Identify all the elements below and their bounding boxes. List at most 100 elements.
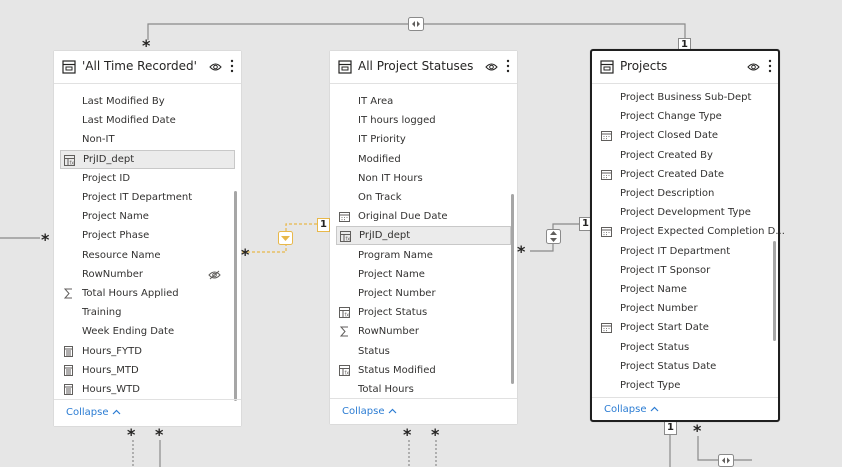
collapse-link[interactable]: Collapse [342,406,397,417]
collapse-link[interactable]: Collapse [66,407,121,418]
chevron-up-icon [388,408,397,414]
field-row[interactable]: Non IT Hours [336,169,511,188]
visibility-eye-icon[interactable] [485,62,498,72]
field-label: Project Type [620,380,681,391]
cardinality-many: * [403,425,412,444]
field-row[interactable]: Week Ending Date [60,322,235,341]
field-row[interactable]: Project Expected Completion D... [598,222,785,241]
field-label: Last Modified By [82,96,165,107]
cardinality-many: * [127,425,136,444]
field-row[interactable]: Project Created By [598,146,772,165]
more-options-icon[interactable] [767,59,773,73]
bidirectional-filter-icon[interactable] [546,229,561,244]
table-header[interactable]: 'All Time Recorded' [54,51,241,84]
field-row[interactable]: Project Name [336,265,511,284]
field-row[interactable]: Project Status [598,338,772,357]
field-row[interactable]: IT hours logged [336,111,511,130]
field-row[interactable]: Project Type [598,376,772,395]
field-row[interactable]: Training [60,303,235,322]
chevron-up-icon [650,406,659,412]
field-row[interactable]: Project Name [60,207,235,226]
field-row[interactable]: Hours_FYTD [60,342,235,361]
scrollbar[interactable] [773,241,776,341]
calendar-icon [601,131,612,142]
svg-text:fx: fx [70,160,75,166]
field-row[interactable]: Original Due Date [336,207,511,226]
field-row[interactable]: Project Description [598,184,772,203]
field-row[interactable]: RowNumber [336,322,511,341]
field-row[interactable]: Total Hours [336,380,511,399]
field-row[interactable]: Resource Name [60,246,235,265]
field-row[interactable]: Modified [336,150,511,169]
sigma-icon [339,326,348,337]
divider [54,399,241,400]
field-row[interactable]: fx Status Modified [336,361,511,380]
field-row[interactable]: Project Name [598,280,772,299]
field-row[interactable]: On Track [336,188,511,207]
field-label: Project Closed Date [620,130,719,142]
single-filter-direction-icon[interactable] [278,231,293,245]
svg-text:fx: fx [346,237,351,243]
bidirectional-filter-icon[interactable] [408,17,424,31]
table-card-all-time-recorded[interactable]: 'All Time Recorded' Last Modified By Last… [54,51,241,426]
table-card-all-project-statuses[interactable]: All Project Statuses IT Area IT hours log… [330,51,517,424]
table-card-projects[interactable]: Projects Project Business Sub-Dept Projec… [590,49,785,422]
field-row[interactable]: Project Number [598,299,772,318]
table-header[interactable]: All Project Statuses [330,51,517,84]
field-row[interactable]: Project Development Type [598,203,772,222]
cardinality-many: * [517,242,526,261]
hidden-eye-icon[interactable] [208,270,221,280]
field-label: Non-IT [82,134,115,146]
field-row[interactable]: Project ID [60,169,235,188]
field-row[interactable]: Project Closed Date [598,126,772,145]
field-row[interactable]: Non-IT [60,130,235,149]
field-row[interactable]: fx PrjID_dept [60,149,235,169]
field-row[interactable]: Project Start Date [598,318,772,337]
field-row[interactable]: Hours_MTD [60,361,235,380]
field-row[interactable]: Project Status Date [598,357,772,376]
cardinality-one: 1 [664,421,677,435]
field-label: Project Development Type [620,207,751,219]
measure-icon [64,345,73,357]
field-row[interactable]: fx PrjID_dept [336,226,511,246]
field-row[interactable]: Program Name [336,246,511,265]
field-row[interactable]: Project IT Department [60,188,235,207]
bidirectional-filter-icon[interactable] [718,454,734,467]
scrollbar[interactable] [511,194,514,384]
field-row[interactable]: IT Priority [336,130,511,149]
calculated-column-icon: fx [340,231,351,243]
table-header[interactable]: Projects [592,51,778,84]
field-row[interactable]: Status [336,342,511,361]
field-row[interactable]: RowNumber [60,265,235,284]
model-canvas[interactable]: * 1 * * 1 * 1 * * * * 1 * 'All Time Reco… [0,0,842,467]
field-row[interactable]: Project Number [336,284,511,303]
field-row[interactable]: Project Created Date [598,165,772,184]
field-label: Modified [358,153,401,165]
field-label: Last Modified Date [82,115,176,127]
field-row[interactable]: Last Modified By [60,92,235,111]
field-label: Project IT Sponsor [620,264,711,276]
collapse-link[interactable]: Collapse [604,404,659,415]
field-row[interactable]: Total Hours Applied [60,284,235,303]
measure-icon [64,364,73,376]
table-icon [338,60,352,74]
field-row[interactable]: Project IT Department [598,242,772,261]
scrollbar[interactable] [234,191,237,401]
field-row[interactable]: Last Modified Date [60,111,235,130]
field-row[interactable]: fx Project Status [336,303,511,322]
more-options-icon[interactable] [229,59,235,73]
field-label: Project Name [82,211,149,223]
field-row[interactable]: Project Phase [60,226,235,245]
field-row[interactable]: Project Business Sub-Dept [598,88,772,107]
visibility-eye-icon[interactable] [747,62,760,72]
visibility-eye-icon[interactable] [209,62,222,72]
field-label: Project Phase [82,230,150,242]
collapse-label: Collapse [66,407,109,418]
field-row[interactable]: IT Area [336,92,511,111]
field-row[interactable]: Project IT Sponsor [598,261,772,280]
field-label: Training [82,307,122,319]
field-row[interactable]: Hours_WTD [60,380,235,399]
field-row[interactable]: Project Change Type [598,107,772,126]
more-options-icon[interactable] [505,59,511,73]
field-label: Project Created Date [620,168,725,180]
